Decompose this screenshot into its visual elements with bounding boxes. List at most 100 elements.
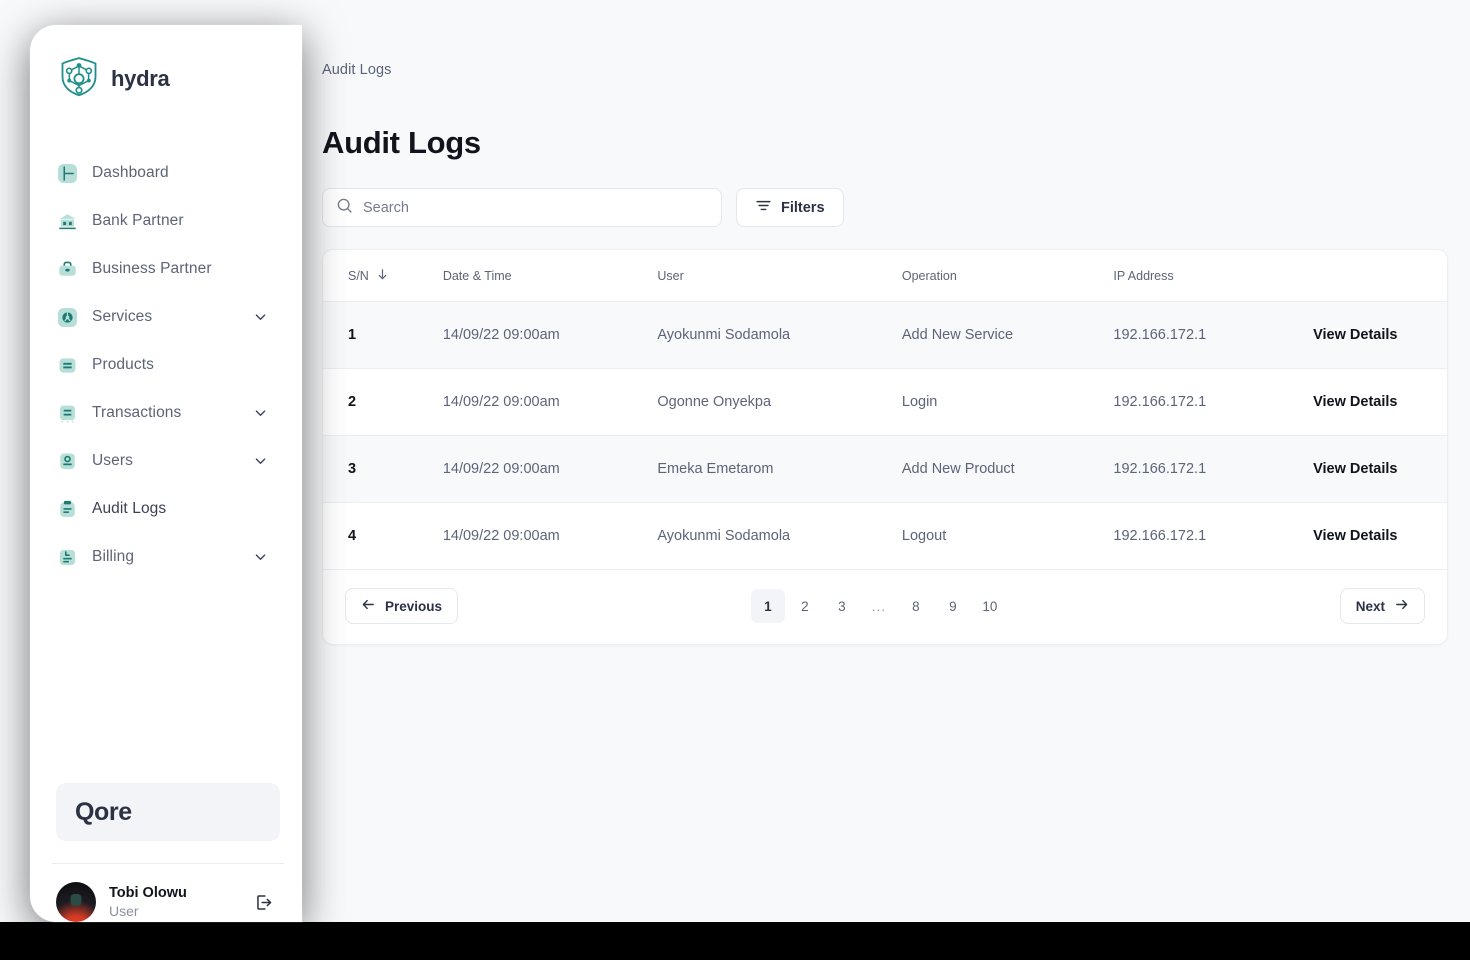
sidebar-item-label: Dashboard bbox=[92, 164, 169, 181]
brand[interactable]: hydra bbox=[30, 25, 302, 103]
page-title: Audit Logs bbox=[322, 125, 481, 160]
sidebar-item-label: Bank Partner bbox=[92, 212, 184, 229]
column-header-datetime[interactable]: Date & Time bbox=[442, 250, 658, 302]
billing-receipt-icon bbox=[56, 546, 78, 568]
table-header: S/N Date & Time User Operation IP Addres… bbox=[323, 250, 1447, 302]
column-header-sn[interactable]: S/N bbox=[323, 250, 443, 302]
org-card[interactable]: Qore bbox=[56, 783, 280, 841]
cell-ip-address: 192.166.172.1 bbox=[1113, 368, 1314, 436]
sidebar-item-label: Audit Logs bbox=[92, 500, 167, 517]
sidebar-item-business-partner[interactable]: Business Partner bbox=[56, 245, 280, 293]
sidebar-nav: Dashboard Bank Partner Business Partner … bbox=[30, 149, 302, 581]
next-page-button[interactable]: Next bbox=[1339, 588, 1425, 624]
view-details-link[interactable]: View Details bbox=[1313, 461, 1397, 477]
app-window: Audit Logs Audit Logs Search Filters S/N… bbox=[0, 0, 1470, 960]
audit-logs-table-card: S/N Date & Time User Operation IP Addres… bbox=[322, 249, 1448, 645]
chevron-down-icon[interactable] bbox=[253, 406, 268, 421]
brand-name: hydra bbox=[111, 65, 170, 91]
page-number-1[interactable]: 1 bbox=[750, 589, 785, 623]
user-profile[interactable]: Tobi Olowu User bbox=[56, 864, 280, 922]
table-header-row: S/N Date & Time User Operation IP Addres… bbox=[323, 250, 1447, 302]
sidebar-item-billing[interactable]: Billing bbox=[56, 533, 280, 581]
column-header-operation[interactable]: Operation bbox=[901, 250, 1114, 302]
cell-datetime: 14/09/22 09:00am bbox=[442, 301, 658, 369]
table-row[interactable]: 2 14/09/22 09:00am Ogonne Onyekpa Login … bbox=[323, 368, 1447, 436]
page-number-3[interactable]: 3 bbox=[825, 589, 859, 623]
logout-icon[interactable] bbox=[253, 892, 274, 913]
cell-operation: Add New Service bbox=[901, 301, 1114, 369]
cell-user: Emeka Emetarom bbox=[657, 435, 902, 503]
sidebar-footer: Qore Tobi Olowu User bbox=[30, 783, 302, 922]
cell-user: Ogonne Onyekpa bbox=[657, 368, 902, 436]
products-box-icon bbox=[56, 354, 78, 376]
page-ellipsis: ... bbox=[871, 598, 886, 614]
next-page-label: Next bbox=[1355, 598, 1385, 614]
cell-sn: 1 bbox=[323, 301, 443, 369]
breadcrumb[interactable]: Audit Logs bbox=[322, 62, 1448, 78]
cell-ip-address: 192.166.172.1 bbox=[1113, 502, 1314, 570]
table-row[interactable]: 1 14/09/22 09:00am Ayokunmi Sodamola Add… bbox=[323, 301, 1447, 369]
bank-icon bbox=[56, 210, 78, 232]
table-row[interactable]: 4 14/09/22 09:00am Ayokunmi Sodamola Log… bbox=[323, 502, 1447, 570]
page-number-8[interactable]: 8 bbox=[899, 589, 933, 623]
chevron-down-icon[interactable] bbox=[253, 550, 268, 565]
chevron-down-icon[interactable] bbox=[253, 454, 268, 469]
user-role: User bbox=[109, 903, 139, 919]
cell-operation: Add New Product bbox=[901, 435, 1114, 503]
cell-ip-address: 192.166.172.1 bbox=[1113, 435, 1314, 503]
view-details-link[interactable]: View Details bbox=[1313, 327, 1397, 343]
sidebar-item-services[interactable]: Services bbox=[56, 293, 280, 341]
sidebar-item-label: Transactions bbox=[92, 404, 182, 421]
view-details-link[interactable]: View Details bbox=[1313, 394, 1397, 410]
column-header-sn-label: S/N bbox=[348, 269, 369, 283]
page-number-9[interactable]: 9 bbox=[936, 589, 970, 623]
table-row[interactable]: 3 14/09/22 09:00am Emeka Emetarom Add Ne… bbox=[323, 435, 1447, 503]
sidebar-item-label: Billing bbox=[92, 548, 135, 565]
cell-datetime: 14/09/22 09:00am bbox=[442, 502, 658, 570]
search-box[interactable] bbox=[322, 188, 722, 227]
sidebar-item-users[interactable]: Users bbox=[56, 437, 280, 485]
sidebar-item-audit-logs[interactable]: Audit Logs bbox=[56, 485, 280, 533]
cell-user: Ayokunmi Sodamola bbox=[657, 301, 902, 369]
column-header-user[interactable]: User bbox=[657, 250, 902, 302]
arrow-left-icon bbox=[361, 597, 376, 615]
filters-button-label: Filters bbox=[781, 199, 825, 216]
cell-sn: 4 bbox=[323, 502, 443, 570]
sidebar-item-label: Users bbox=[92, 452, 133, 469]
cell-sn: 2 bbox=[323, 368, 443, 436]
sidebar-item-dashboard[interactable]: Dashboard bbox=[56, 149, 280, 197]
filters-button[interactable]: Filters bbox=[736, 188, 844, 227]
sidebar-item-bank-partner[interactable]: Bank Partner bbox=[56, 197, 280, 245]
toolbar: Filters bbox=[322, 188, 1448, 227]
cell-sn: 3 bbox=[323, 435, 443, 503]
chevron-down-icon[interactable] bbox=[253, 310, 268, 325]
search-icon bbox=[336, 197, 353, 219]
services-gear-icon bbox=[56, 306, 78, 328]
user-name: Tobi Olowu bbox=[109, 885, 187, 901]
sidebar-item-products[interactable]: Products bbox=[56, 341, 280, 389]
audit-logs-table: S/N Date & Time User Operation IP Addres… bbox=[323, 250, 1447, 570]
column-header-ip-address[interactable]: IP Address bbox=[1113, 250, 1314, 302]
cell-operation: Logout bbox=[901, 502, 1114, 570]
filter-icon bbox=[755, 197, 772, 218]
sidebar-item-label: Services bbox=[92, 308, 153, 325]
sidebar: hydra Dashboard Bank Partner Business Pa… bbox=[30, 25, 302, 922]
avatar bbox=[56, 882, 96, 922]
view-details-link[interactable]: View Details bbox=[1313, 528, 1397, 544]
org-name: Qore bbox=[75, 797, 132, 826]
sidebar-item-label: Business Partner bbox=[92, 260, 212, 277]
cell-datetime: 14/09/22 09:00am bbox=[442, 368, 658, 436]
pagination: Previous 1 2 3 ... 8 9 10 Next bbox=[323, 570, 1447, 644]
transactions-icon bbox=[56, 402, 78, 424]
search-input[interactable] bbox=[363, 199, 708, 216]
sidebar-item-label: Products bbox=[92, 356, 154, 373]
sidebar-item-transactions[interactable]: Transactions bbox=[56, 389, 280, 437]
table-body: 1 14/09/22 09:00am Ayokunmi Sodamola Add… bbox=[323, 301, 1447, 570]
column-header-actions bbox=[1313, 250, 1447, 302]
arrow-right-icon bbox=[1394, 597, 1409, 615]
arrow-down-icon[interactable] bbox=[376, 268, 389, 284]
page-number-list: 1 2 3 ... 8 9 10 bbox=[418, 589, 1340, 623]
page-number-2[interactable]: 2 bbox=[788, 589, 822, 623]
briefcase-icon bbox=[56, 258, 78, 280]
page-number-10[interactable]: 10 bbox=[973, 589, 1007, 623]
